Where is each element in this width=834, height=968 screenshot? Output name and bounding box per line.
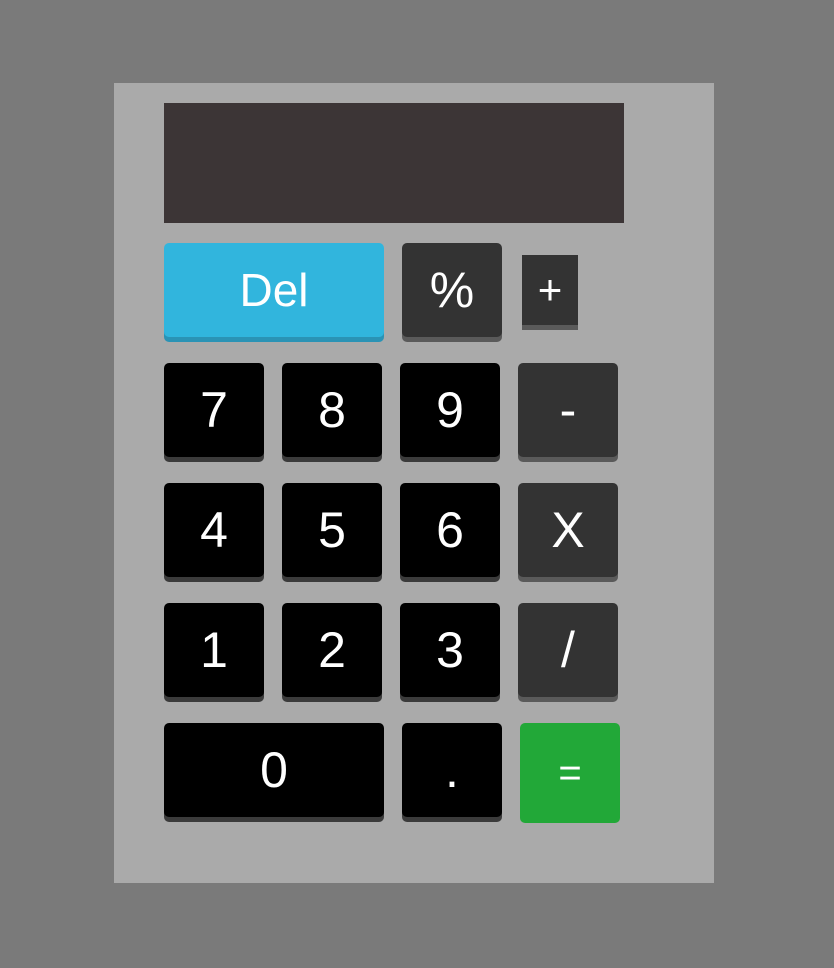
calculator-display <box>164 103 624 223</box>
delete-button[interactable]: Del <box>164 243 384 337</box>
digit-0-button[interactable]: 0 <box>164 723 384 817</box>
decimal-point-button[interactable]: . <box>402 723 502 817</box>
minus-button[interactable]: - <box>518 363 618 457</box>
plus-button[interactable]: + <box>522 255 578 325</box>
digit-1-button[interactable]: 1 <box>164 603 264 697</box>
digit-7-button[interactable]: 7 <box>164 363 264 457</box>
digit-9-button[interactable]: 9 <box>400 363 500 457</box>
digit-3-button[interactable]: 3 <box>400 603 500 697</box>
equals-button[interactable]: = <box>520 723 620 823</box>
multiply-button[interactable]: X <box>518 483 618 577</box>
calculator-body: Del % + 7 8 9 - 4 5 6 X 1 2 3 / 0 . = <box>114 83 714 883</box>
percent-button[interactable]: % <box>402 243 502 337</box>
digit-4-button[interactable]: 4 <box>164 483 264 577</box>
digit-5-button[interactable]: 5 <box>282 483 382 577</box>
digit-8-button[interactable]: 8 <box>282 363 382 457</box>
digit-2-button[interactable]: 2 <box>282 603 382 697</box>
digit-6-button[interactable]: 6 <box>400 483 500 577</box>
divide-button[interactable]: / <box>518 603 618 697</box>
